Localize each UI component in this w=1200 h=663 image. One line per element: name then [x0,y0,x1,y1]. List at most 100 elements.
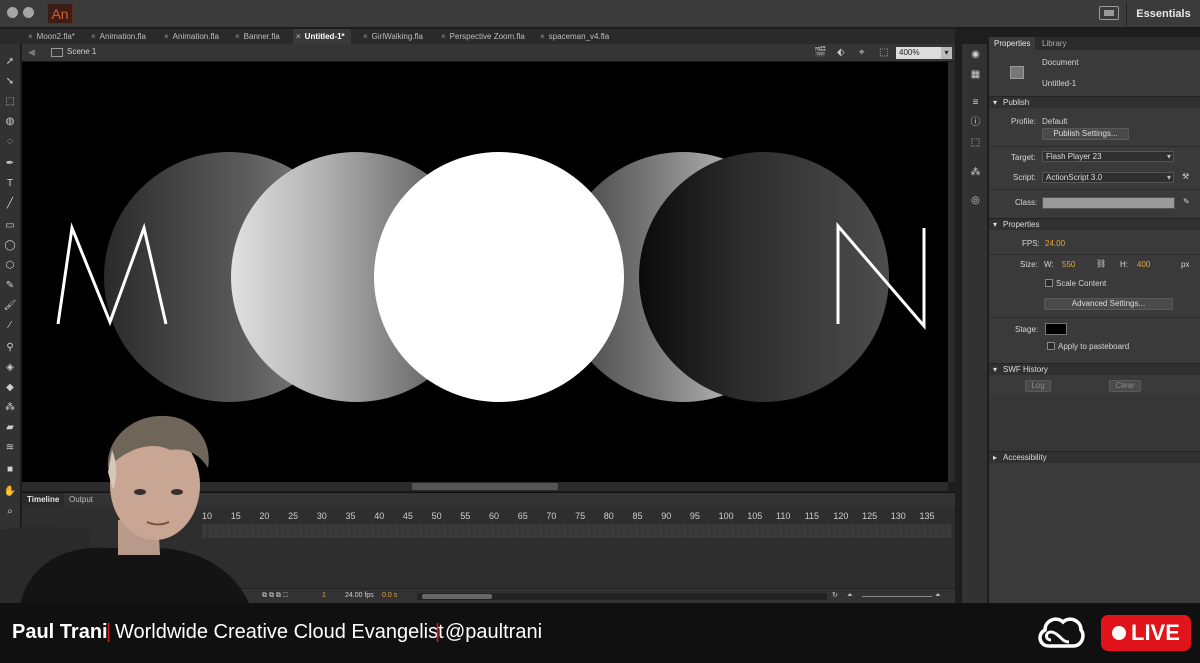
width-value[interactable]: 550 [1062,260,1075,269]
workspace-switcher-icon[interactable] [1099,6,1119,20]
onion-skin-icon[interactable]: ⧉ ⧉ ⧉ ⬚ [262,591,288,601]
brush-tool-icon[interactable]: ⁄ [2,318,18,334]
close-tab-icon[interactable]: × [441,32,446,41]
ruler-tick-label: 115 [804,511,820,521]
swatches-icon[interactable]: ▦ [968,68,983,82]
frame-grid[interactable] [202,524,952,538]
info-icon[interactable]: ⓘ [968,116,983,130]
close-window-button[interactable] [7,7,18,18]
wrench-icon[interactable]: ⚒ [1182,172,1189,181]
close-tab-icon[interactable]: × [28,32,33,41]
divider [989,189,1200,190]
link-dimensions-icon[interactable]: ⛓ [1096,259,1106,268]
doc-tab[interactable]: × Banner.fla [235,29,280,44]
back-arrow-icon[interactable]: ◀ [28,47,35,58]
transform-icon[interactable]: ⬚ [968,136,983,150]
pencil-tool-icon[interactable]: ✎ [2,278,18,294]
publish-section-header[interactable]: Publish [989,96,1200,108]
line-tool-icon[interactable]: ╱ [2,196,18,212]
ruler-tick-label: 50 [431,511,442,521]
center-stage-icon[interactable]: ⌖ [859,47,865,59]
edit-symbols-icon[interactable]: ⬖ [837,47,845,59]
app-window: An Essentials × Moon2.fla* × Animation.fla… [0,0,1200,663]
script-select[interactable]: ActionScript 3.0 [1042,172,1174,183]
close-tab-icon[interactable]: × [540,32,545,41]
close-tab-icon[interactable]: × [235,32,240,41]
polystar-tool-icon[interactable]: ⬡ [2,258,18,274]
stage-color-swatch[interactable] [1045,323,1067,335]
ruler-tick-label: 130 [890,511,906,521]
class-label: Class: [1015,198,1038,207]
doc-tab[interactable]: × Animation.fla [164,29,219,44]
fps-readout[interactable]: 24.00 fps [345,591,374,601]
clip-content-icon[interactable]: ⬚ [879,47,888,59]
timeline-zoom-slider[interactable] [862,596,932,597]
scroll-thumb[interactable] [422,594,492,599]
publish-settings-button[interactable]: Publish Settings... [1042,128,1129,140]
zoom-in-icon[interactable]: ⏶ [935,591,941,601]
rectangle-tool-icon[interactable]: ▭ [2,218,18,234]
assets-icon[interactable]: ◉ [968,48,983,62]
pen-tool-icon[interactable]: ✒ [2,156,18,172]
apply-to-pasteboard-checkbox[interactable] [1047,342,1055,350]
frame-ruler[interactable]: 10 15 20 25 30 35 40 45 50 55 60 65 70 75 80 85 90 95 100 1… [202,509,942,523]
3d-rotation-tool-icon[interactable]: ◍ [2,114,18,130]
close-tab-icon[interactable]: × [164,32,169,41]
doc-tab[interactable]: × spaceman_v4.fla [540,29,609,44]
clear-button[interactable]: Clear [1109,380,1141,392]
clapperboard-icon [51,48,63,57]
zoom-level-select[interactable]: 400% [896,47,952,59]
tab-properties[interactable]: Properties [989,37,1036,50]
target-select[interactable]: Flash Player 23 [1042,151,1174,162]
timeline-scrollbar[interactable] [417,593,827,600]
letter-n-shape[interactable] [832,222,932,332]
components-icon[interactable]: ⁂ [968,166,983,180]
selection-tool-icon[interactable]: ➚ [2,54,18,70]
swf-history-section-header[interactable]: SWF History [989,363,1200,375]
log-button[interactable]: Log [1025,380,1051,392]
doc-tab[interactable]: × Animation.fla [91,29,146,44]
subselection-tool-icon[interactable]: ➘ [2,74,18,90]
free-transform-tool-icon[interactable]: ⬚ [2,94,18,110]
close-tab-icon[interactable]: × [296,32,301,41]
live-badge: LIVE [1101,615,1191,651]
scroll-thumb[interactable] [412,483,558,490]
fps-value[interactable]: 24.00 [1045,239,1065,248]
scale-content-checkbox[interactable] [1045,279,1053,287]
zoom-out-icon[interactable]: ⏶ [847,591,853,601]
tab-library[interactable]: Library [1037,37,1071,50]
stage-vertical-scrollbar[interactable] [948,62,955,482]
current-frame[interactable]: 1 [322,591,326,601]
ink-bottle-tool-icon[interactable]: ◆ [2,380,18,396]
paint-bucket-tool-icon[interactable]: ◈ [2,360,18,376]
lasso-tool-icon[interactable]: ◌ [2,134,18,150]
class-input[interactable] [1042,197,1175,209]
align-icon[interactable]: ≡ [968,96,983,110]
swf-history-list [989,395,1200,451]
close-tab-icon[interactable]: × [91,32,96,41]
center-frame-icon[interactable]: ↻ [832,591,838,601]
minimize-window-button[interactable] [23,7,34,18]
workspace-label[interactable]: Essentials [1126,2,1200,26]
width-label: W: [1044,260,1054,269]
doc-tab[interactable]: × Perspective Zoom.fla [441,29,525,44]
oval-tool-icon[interactable]: ◯ [2,238,18,254]
text-tool-icon[interactable]: T [2,176,18,192]
height-value[interactable]: 400 [1137,260,1150,269]
cc-libraries-icon[interactable]: ◎ [968,194,983,208]
close-tab-icon[interactable]: × [363,32,368,41]
edit-class-pencil-icon[interactable]: ✎ [1183,197,1190,206]
doc-tab[interactable]: × Moon2.fla* [28,29,75,44]
ruler-tick-label: 45 [402,511,413,521]
moon-circle-full[interactable] [374,152,624,402]
accessibility-section-header[interactable]: Accessibility [989,451,1200,463]
doc-tab[interactable]: × GirlWalking.fla [363,29,423,44]
edit-scene-icon[interactable]: 🎬 [814,47,826,59]
bone-tool-icon[interactable]: ⚲ [2,340,18,356]
letter-m-shape[interactable] [52,222,172,332]
time-readout[interactable]: 0.0 s [382,591,397,601]
paint-brush-tool-icon[interactable]: 🖌 [2,298,18,314]
properties-section-header[interactable]: Properties [989,218,1200,230]
doc-tab-active[interactable]: × Untitled-1* [293,29,351,44]
advanced-settings-button[interactable]: Advanced Settings... [1044,298,1173,310]
